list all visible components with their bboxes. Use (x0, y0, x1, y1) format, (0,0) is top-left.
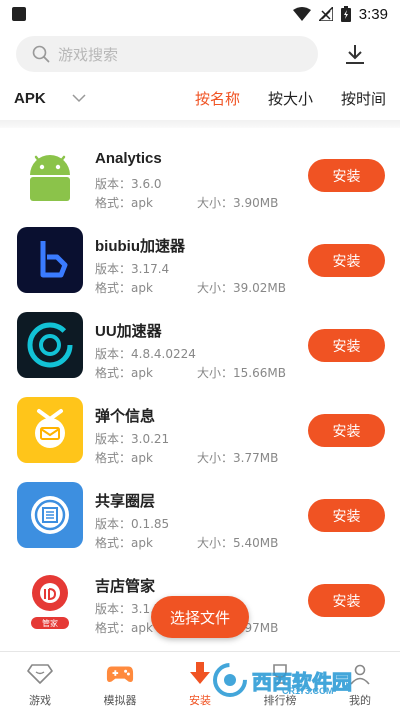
diamond-icon (27, 664, 53, 684)
tab-label: 游戏 (29, 694, 51, 707)
app-size: 大小：3.77MB (197, 451, 279, 465)
circle-logo-icon (17, 482, 83, 548)
tab-games[interactable]: 游戏 (0, 652, 80, 711)
app-format: 格式：apk (95, 196, 153, 210)
filter-bar: APK 按名称 按大小 按时间 (0, 76, 400, 120)
search-icon (32, 45, 50, 63)
section-divider (0, 120, 400, 128)
list-item: UU加速器 版本：4.8.4.0224 格式：apk 大小：15.66MB 安装 (0, 302, 400, 387)
app-size: 大小：5.40MB (197, 536, 279, 550)
install-button[interactable]: 安装 (308, 584, 385, 617)
app-name: Analytics (95, 150, 162, 167)
install-button[interactable]: 安装 (308, 414, 385, 447)
search-input[interactable]: 游戏搜索 (16, 36, 318, 72)
top-bar: 游戏搜索 (0, 32, 400, 76)
app-name: 弹个信息 (95, 408, 156, 425)
list-item: 弹个信息 版本：3.0.21 格式：apk 大小：3.77MB 安装 (0, 387, 400, 472)
image-notification-icon (12, 7, 26, 21)
app-format: 格式：apk (95, 621, 153, 635)
list-item: Analytics 版本：3.6.0 格式：apk 大小：3.90MB 安装 (0, 132, 400, 217)
sort-by-name[interactable]: 按名称 (195, 88, 240, 109)
app-format: 格式：apk (95, 281, 153, 295)
app-size: 大小：39.02MB (197, 281, 286, 295)
watermark-logo-icon (213, 663, 247, 697)
app-format: 格式：apk (95, 366, 153, 380)
no-signal-icon (318, 7, 333, 21)
jidian-logo-icon: 管家 (17, 567, 83, 633)
app-size: 大小：15.66MB (197, 366, 286, 380)
site-watermark: 西西软件园 CR173.COM (212, 660, 384, 700)
app-version: 版本：4.8.4.0224 (95, 347, 196, 361)
app-name: biubiu加速器 (95, 238, 185, 255)
wifi-icon (292, 7, 311, 21)
biubiu-logo-icon (17, 227, 83, 293)
install-button[interactable]: 安装 (308, 244, 385, 277)
android-icon (17, 142, 83, 208)
battery-charging-icon (340, 6, 351, 22)
status-bar: 3:39 (0, 0, 400, 28)
select-file-button[interactable]: 选择文件 (151, 596, 249, 638)
app-version: 版本：3.17.4 (95, 262, 170, 276)
app-format: 格式：apk (95, 451, 153, 465)
type-filter-label[interactable]: APK (14, 90, 46, 107)
app-name: 共享圈层 (95, 493, 156, 510)
app-name: 吉店管家 (95, 578, 156, 595)
sort-options: 按名称 按大小 按时间 (195, 88, 386, 109)
download-button[interactable] (340, 39, 370, 69)
app-size: 大小：3.90MB (197, 196, 279, 210)
gamepad-icon (106, 666, 134, 682)
app-version: 版本：3.0.21 (95, 432, 170, 446)
app-format: 格式：apk (95, 536, 153, 550)
status-icons: 3:39 (292, 5, 388, 23)
app-version: 版本：0.1.85 (95, 517, 170, 531)
install-button[interactable]: 安装 (308, 499, 385, 532)
tab-label: 安装 (189, 694, 211, 707)
app-icon-badge: 管家 (42, 618, 58, 628)
download-arrow-icon (190, 662, 210, 684)
sort-by-size[interactable]: 按大小 (268, 88, 313, 109)
sort-by-time[interactable]: 按时间 (341, 88, 386, 109)
install-button[interactable]: 安装 (308, 329, 385, 362)
clock: 3:39 (358, 5, 388, 23)
app-version: 版本：3.6.0 (95, 177, 162, 191)
uu-logo-icon (17, 312, 83, 378)
watermark-sub: CR173.COM (282, 686, 334, 696)
chevron-down-icon[interactable] (72, 93, 86, 103)
app-list: Analytics 版本：3.6.0 格式：apk 大小：3.90MB 安装 b… (0, 132, 400, 642)
list-item: 共享圈层 版本：0.1.85 格式：apk 大小：5.40MB 安装 (0, 472, 400, 557)
message-logo-icon (17, 397, 83, 463)
tab-label: 模拟器 (103, 694, 137, 707)
tab-emulator[interactable]: 模拟器 (80, 652, 160, 711)
search-placeholder: 游戏搜索 (58, 45, 119, 64)
app-name: UU加速器 (95, 323, 162, 340)
install-button[interactable]: 安装 (308, 159, 385, 192)
download-icon (346, 45, 364, 64)
list-item: biubiu加速器 版本：3.17.4 格式：apk 大小：39.02MB 安装 (0, 217, 400, 302)
